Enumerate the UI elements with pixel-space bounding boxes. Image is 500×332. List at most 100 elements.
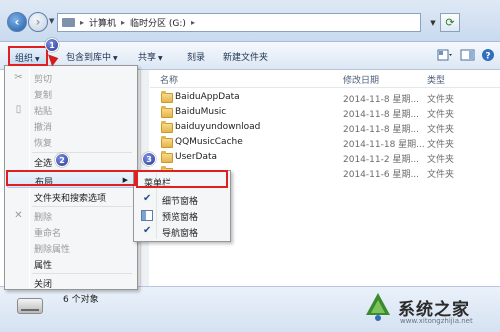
menu-item-label: 撤消 xyxy=(34,123,53,133)
submenu-item-label: 预览窗格 xyxy=(162,213,199,223)
logo-mark-icon xyxy=(366,293,390,321)
explorer-window: ‹ › ▼ ▸ 计算机 ▸ 临时分区 (G:) ▸ ▼ ⟳ 组织 ▼ 包含到库中 ▼… xyxy=(0,0,500,332)
breadcrumb-computer[interactable]: 计算机 xyxy=(89,16,116,29)
svg-text:?: ? xyxy=(485,52,490,62)
menu-item-cut[interactable]: ✂ 剪切 xyxy=(7,69,135,86)
menu-item-folder-search-options[interactable]: 文件夹和搜索选项 xyxy=(7,188,135,205)
file-date: 2014-11-8 星期... xyxy=(343,125,420,135)
folder-icon xyxy=(161,91,173,103)
menu-item-label: 文件夹和搜索选项 xyxy=(34,194,107,204)
column-header-date[interactable]: 修改日期 xyxy=(343,73,379,86)
checkmark-icon: ✔ xyxy=(143,193,152,204)
file-name: QQMusicCache xyxy=(175,137,243,147)
watermark-logo: 系统之家 www.xitongzhijia.net xyxy=(362,288,498,328)
column-header-row: 名称 修改日期 类型 xyxy=(150,70,500,88)
watermark-url: www.xitongzhijia.net xyxy=(400,317,473,325)
column-header-type[interactable]: 类型 xyxy=(427,73,445,86)
folder-icon xyxy=(161,106,173,118)
refresh-button[interactable]: ⟳ xyxy=(440,13,460,32)
preview-pane-icon[interactable] xyxy=(460,48,476,62)
menu-item-undo[interactable]: 撤消 xyxy=(7,117,135,134)
help-icon[interactable]: ? xyxy=(480,48,496,62)
paste-icon: ▯ xyxy=(15,104,22,115)
drive-icon xyxy=(17,298,43,314)
scissors-icon: ✂ xyxy=(14,72,23,83)
chevron-down-icon: ▼ xyxy=(158,55,163,62)
menu-item-rename[interactable]: 重命名 xyxy=(7,223,135,240)
file-date: 2014-11-8 星期... xyxy=(343,95,420,105)
file-type: 文件夹 xyxy=(427,125,455,135)
submenu-item-label: 细节窗格 xyxy=(162,197,199,207)
menu-item-close[interactable]: 关闭 xyxy=(7,274,135,291)
forward-button[interactable]: › xyxy=(28,12,48,32)
step-badge-2: 2 xyxy=(55,153,69,167)
menu-item-label: 剪切 xyxy=(34,75,53,85)
file-type: 文件夹 xyxy=(427,140,455,150)
burn-button[interactable]: 刻录 xyxy=(187,50,205,63)
column-header-name[interactable]: 名称 xyxy=(160,73,178,86)
chevron-down-icon: ▼ xyxy=(113,55,118,62)
menu-item-label: 复制 xyxy=(34,91,53,101)
menu-item-label: 全选 xyxy=(34,159,53,169)
highlight-organize xyxy=(8,46,48,66)
file-row[interactable]: UserData 2014-11-2 星期... 文件夹 xyxy=(150,151,500,166)
highlight-layout xyxy=(6,170,136,186)
address-row: ‹ › ▼ ▸ 计算机 ▸ 临时分区 (G:) ▸ ▼ ⟳ xyxy=(0,0,500,42)
submenu-item-details-pane[interactable]: ✔ 细节窗格 xyxy=(136,191,228,208)
share-button[interactable]: 共享 ▼ xyxy=(138,50,163,63)
file-date: 2014-11-6 星期... xyxy=(343,170,420,180)
include-in-library-button[interactable]: 包含到库中 ▼ xyxy=(66,50,118,63)
file-date: 2014-11-8 星期... xyxy=(343,110,420,120)
file-row[interactable]: baiduyundownload 2014-11-8 星期... 文件夹 xyxy=(150,121,500,136)
breadcrumb-separator-icon[interactable]: ▸ xyxy=(80,18,84,27)
menu-item-label: 重命名 xyxy=(34,229,62,239)
include-in-library-label: 包含到库中 xyxy=(66,53,112,63)
submenu-item-preview-pane[interactable]: 预览窗格 xyxy=(136,207,228,224)
menu-item-label: 删除属性 xyxy=(34,245,71,255)
file-row[interactable]: BaiduMusic 2014-11-8 星期... 文件夹 xyxy=(150,106,500,121)
checkmark-icon: ✔ xyxy=(143,225,152,236)
folder-icon xyxy=(161,121,173,133)
menu-item-select-all[interactable]: 全选 xyxy=(7,153,135,170)
address-box[interactable]: ▸ 计算机 ▸ 临时分区 (G:) ▸ xyxy=(57,13,421,32)
item-count: 6 个对象 xyxy=(63,295,99,305)
file-row[interactable]: BaiduAppData 2014-11-8 星期... 文件夹 xyxy=(150,91,500,106)
file-type: 文件夹 xyxy=(427,110,455,120)
breadcrumb-drive[interactable]: 临时分区 (G:) xyxy=(130,16,186,29)
file-name: baiduyundownload xyxy=(175,122,261,132)
preview-pane-icon xyxy=(141,210,153,221)
computer-icon xyxy=(62,18,75,27)
menu-item-paste[interactable]: ▯ 粘贴 xyxy=(7,101,135,118)
menu-item-label: 属性 xyxy=(34,261,53,271)
breadcrumb-separator-icon[interactable]: ▸ xyxy=(121,18,125,27)
folder-icon xyxy=(161,136,173,148)
highlight-menu-bar xyxy=(136,170,228,188)
share-label: 共享 xyxy=(138,53,157,63)
file-name: BaiduAppData xyxy=(175,92,240,102)
file-type: 文件夹 xyxy=(427,95,455,105)
new-folder-button[interactable]: 新建文件夹 xyxy=(223,50,268,63)
address-history-dropdown-icon[interactable]: ▼ xyxy=(426,14,440,32)
recent-pages-dropdown-icon[interactable]: ▼ xyxy=(49,17,54,25)
file-row[interactable]: QQMusicCache 2014-11-18 星期... 文件夹 xyxy=(150,136,500,151)
step-badge-3: 3 xyxy=(142,152,156,166)
menu-item-redo[interactable]: 恢复 xyxy=(7,133,135,150)
submenu-item-label: 导航窗格 xyxy=(162,229,199,239)
view-options-icon[interactable] xyxy=(437,48,453,62)
menu-item-remove-properties[interactable]: 删除属性 xyxy=(7,239,135,256)
back-button[interactable]: ‹ xyxy=(7,12,27,32)
file-type: 文件夹 xyxy=(427,155,455,165)
menu-item-label: 粘贴 xyxy=(34,107,53,117)
file-type: 文件夹 xyxy=(427,170,455,180)
menu-item-label: 关闭 xyxy=(34,280,53,290)
breadcrumb-separator-icon[interactable]: ▸ xyxy=(191,18,195,27)
submenu-item-navigation-pane[interactable]: ✔ 导航窗格 xyxy=(136,223,228,240)
menu-item-delete[interactable]: ✕ 删除 xyxy=(7,207,135,224)
menu-item-label: 恢复 xyxy=(34,139,53,149)
menu-item-copy[interactable]: 复制 xyxy=(7,85,135,102)
step-badge-1: 1 xyxy=(45,38,59,52)
menu-item-properties[interactable]: 属性 xyxy=(7,255,135,272)
file-name: BaiduMusic xyxy=(175,107,227,117)
menu-item-label: 删除 xyxy=(34,213,53,223)
file-date: 2014-11-18 星期... xyxy=(343,140,425,150)
